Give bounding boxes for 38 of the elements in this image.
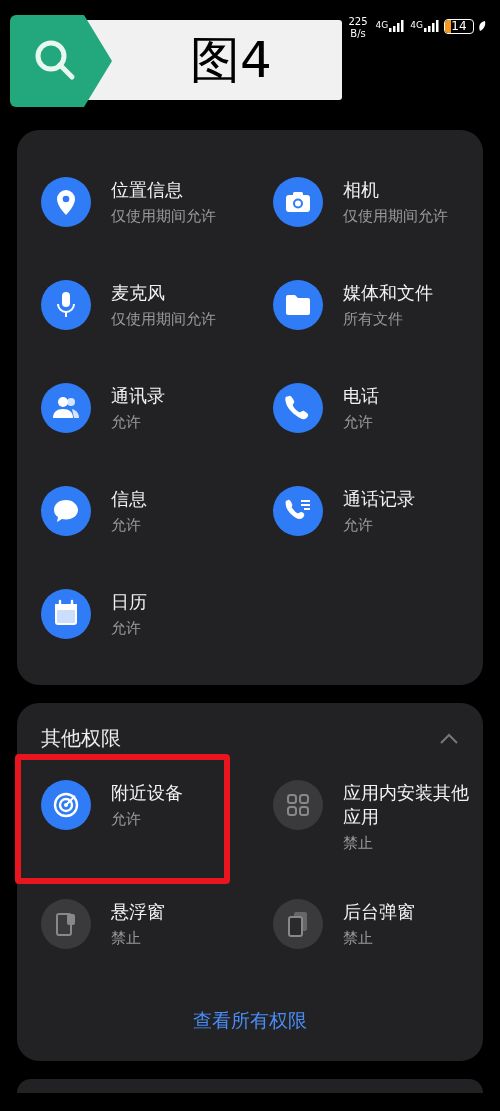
permission-status: 禁止 xyxy=(343,928,374,948)
permission-status: 允许 xyxy=(111,515,142,535)
chevron-up-icon[interactable] xyxy=(439,732,459,745)
permission-status: 仅使用期间允许 xyxy=(343,206,448,226)
permission-title[interactable]: 后台弹窗 xyxy=(343,900,415,924)
permission-status: 允许 xyxy=(343,412,374,432)
permission-title[interactable]: 媒体和文件 xyxy=(343,281,433,305)
permission-title[interactable]: 信息 xyxy=(111,487,147,511)
leaf-icon xyxy=(478,20,486,32)
permission-status: 仅使用期间允许 xyxy=(111,206,216,226)
view-all-permissions-link[interactable]: 查看所有权限 xyxy=(41,1007,459,1035)
permission-title[interactable]: 位置信息 xyxy=(111,178,216,202)
section-title: 其他权限 xyxy=(41,725,121,752)
network-speed: 225 xyxy=(348,16,368,28)
permission-status: 允许 xyxy=(343,515,374,535)
network-type: 4G xyxy=(375,20,389,30)
battery-icon: 14 xyxy=(444,18,474,34)
permission-title[interactable]: 应用内安装其他应用 xyxy=(343,781,483,829)
permission-status: 禁止 xyxy=(343,833,374,853)
permission-title[interactable]: 相机 xyxy=(343,178,448,202)
permission-title[interactable]: 日历 xyxy=(111,590,147,614)
figure-caption: 图4 xyxy=(190,29,272,91)
speed-unit: B/s xyxy=(349,28,367,40)
permission-title[interactable]: 电话 xyxy=(343,384,379,408)
network-type: 4G xyxy=(410,20,423,30)
permission-status: 允许 xyxy=(111,809,142,829)
signal-icon xyxy=(389,20,406,32)
permission-status: 仅使用期间允许 xyxy=(111,309,216,329)
permission-title[interactable]: 通话记录 xyxy=(343,487,415,511)
permission-title[interactable]: 悬浮窗 xyxy=(111,900,165,924)
permission-title[interactable]: 麦克风 xyxy=(111,281,216,305)
permission-status: 允许 xyxy=(111,412,142,432)
permission-title[interactable]: 通讯录 xyxy=(111,384,165,408)
permission-status: 所有文件 xyxy=(343,309,404,329)
permission-status: 禁止 xyxy=(111,928,142,948)
permission-title[interactable]: 附近设备 xyxy=(111,781,183,805)
permission-status: 允许 xyxy=(111,618,142,638)
signal-icon xyxy=(424,20,440,32)
